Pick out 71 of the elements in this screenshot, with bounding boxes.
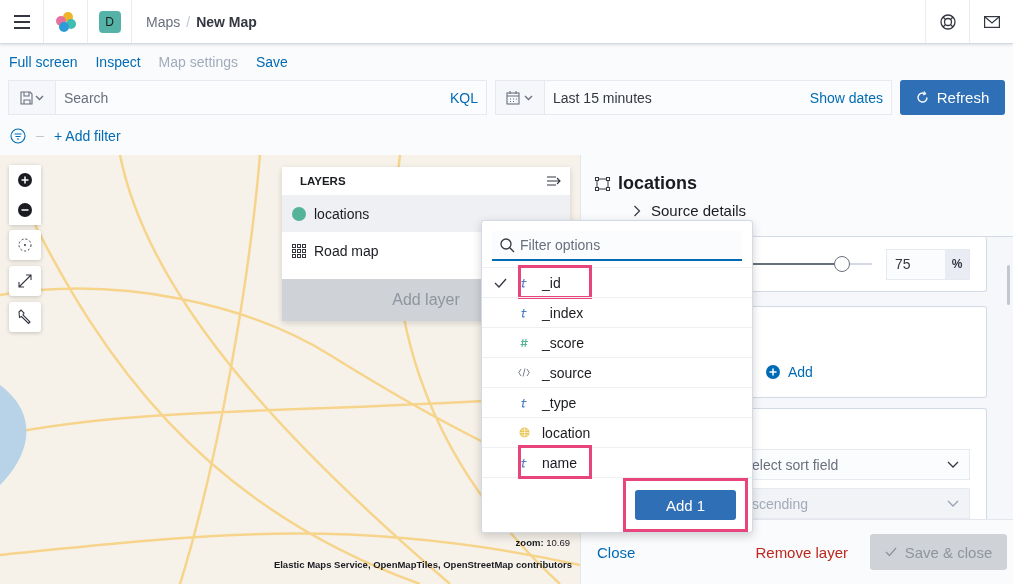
show-dates-link[interactable]: Show dates xyxy=(801,89,891,106)
save-icon[interactable] xyxy=(20,90,44,105)
crosshair-icon xyxy=(17,237,33,253)
fullscreen-button[interactable] xyxy=(9,266,41,296)
source-details-toggle[interactable]: Source details xyxy=(633,202,747,219)
chevron-down-icon xyxy=(947,460,959,469)
collapse-icon[interactable] xyxy=(547,175,562,187)
calendar-icon[interactable] xyxy=(506,90,534,105)
field-option[interactable]: _type xyxy=(482,387,752,417)
layer-item[interactable]: locations xyxy=(282,195,570,232)
remove-layer-link[interactable]: Remove layer xyxy=(755,543,848,561)
logo-icon[interactable] xyxy=(54,10,77,33)
breadcrumb-separator: / xyxy=(186,13,191,30)
panel-title: LAYERS xyxy=(300,175,346,187)
field-option[interactable]: location xyxy=(482,417,752,447)
close-link[interactable]: Close xyxy=(597,543,636,561)
opacity-field[interactable]: 75 % xyxy=(886,248,970,280)
refresh-icon xyxy=(915,91,929,104)
grid-icon xyxy=(292,243,306,258)
zoom-out-button[interactable] xyxy=(9,195,41,225)
unit-label: % xyxy=(945,249,969,279)
zoom-level: zoom: 10.69 xyxy=(515,537,570,548)
breadcrumb[interactable]: Maps xyxy=(146,13,181,30)
menu-icon[interactable] xyxy=(13,14,30,29)
opacity-slider[interactable] xyxy=(752,256,872,272)
map-attribution: Elastic Maps Service, OpenMapTiles, OpenStreetMap contributors xyxy=(273,559,572,570)
field-option[interactable]: _id xyxy=(482,267,752,297)
text-type-icon xyxy=(520,457,528,468)
text-type-icon xyxy=(520,307,528,318)
expand-icon xyxy=(17,273,33,289)
menu-link[interactable]: Inspect xyxy=(95,54,141,70)
zoom-in-icon xyxy=(18,173,32,187)
layer-name: Road map xyxy=(314,242,379,259)
add-link[interactable]: Add xyxy=(766,364,813,380)
number-type-icon xyxy=(520,337,528,348)
date-picker[interactable]: Last 15 minutes Show dates xyxy=(495,80,892,115)
text-type-icon xyxy=(520,277,528,288)
slider-thumb[interactable] xyxy=(834,256,850,272)
zoom-in-button[interactable] xyxy=(9,165,41,195)
breadcrumb: New Map xyxy=(196,13,257,30)
check-icon xyxy=(884,547,897,557)
polygon-icon xyxy=(595,176,610,191)
layer-title: locations xyxy=(618,173,697,194)
kql-link[interactable]: KQL xyxy=(442,89,486,106)
field-option[interactable]: _index xyxy=(482,297,752,327)
mail-icon[interactable] xyxy=(983,15,1000,28)
refresh-button[interactable]: Refresh xyxy=(900,80,1005,115)
plus-circle-icon xyxy=(766,365,780,379)
text-type-icon xyxy=(520,397,528,408)
chevron-right-icon xyxy=(633,204,641,217)
menu-link[interactable]: Save xyxy=(256,54,288,70)
filter-icon[interactable] xyxy=(10,128,26,144)
space-avatar[interactable]: D xyxy=(98,10,121,33)
sort-field-select[interactable]: elect sort field xyxy=(752,449,970,480)
field-option[interactable]: name xyxy=(482,447,752,477)
zoom-out-icon xyxy=(18,203,32,217)
time-range: Last 15 minutes xyxy=(552,89,653,106)
layer-name: locations xyxy=(314,205,370,222)
tools-button[interactable] xyxy=(9,302,41,332)
chevron-down-icon xyxy=(947,499,959,508)
field-option[interactable]: _score xyxy=(482,327,752,357)
globe-type-icon xyxy=(518,427,530,438)
add-fields-button[interactable]: Add 1 xyxy=(635,490,736,520)
add-filter-link[interactable]: + Add filter xyxy=(54,128,121,144)
field-option[interactable]: _source xyxy=(482,357,752,387)
code-type-icon xyxy=(518,368,530,377)
search-bar[interactable]: Search KQL xyxy=(8,80,487,115)
search-field[interactable]: Search xyxy=(56,89,442,106)
help-icon[interactable] xyxy=(939,13,956,30)
filter-options-field[interactable]: Filter options xyxy=(492,231,742,261)
menu-link[interactable]: Full screen xyxy=(9,54,78,70)
